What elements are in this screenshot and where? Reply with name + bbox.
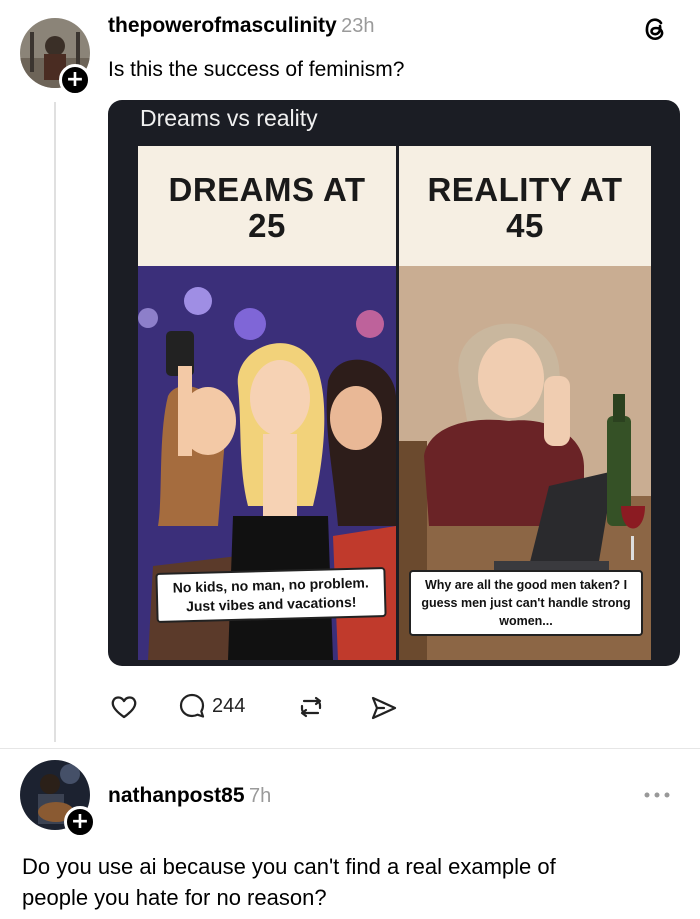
post-timestamp: 23h <box>341 15 375 37</box>
right-caption: Why are all the good men taken? I guess … <box>409 570 643 636</box>
right-panel-heading: REALITY AT 45 <box>399 146 651 266</box>
right-caption-line3: women... <box>499 614 553 628</box>
right-panel: REALITY AT 45 Why are all the good men t… <box>399 146 651 660</box>
repost-icon[interactable] <box>296 694 326 725</box>
comment-button[interactable]: 244 <box>178 692 245 720</box>
reply-header: nathanpost85 7h <box>108 784 271 808</box>
right-heading-line1: REALITY AT <box>427 171 623 208</box>
post-image[interactable]: Dreams vs reality DREAMS AT 25 No kids, … <box>108 100 680 666</box>
left-heading-line1: DREAMS AT <box>168 171 366 208</box>
post-action-bar: 244 <box>108 690 428 724</box>
post-text: Is this the success of feminism? <box>108 58 405 81</box>
share-icon[interactable] <box>370 695 398 726</box>
reply-username[interactable]: nathanpost85 <box>108 784 245 807</box>
thread-line <box>54 102 56 742</box>
follow-plus-icon[interactable]: + <box>59 64 91 96</box>
right-caption-line1: Why are all the good men taken? I <box>424 578 628 592</box>
threads-logo-icon[interactable] <box>640 14 670 44</box>
more-icon[interactable] <box>642 788 672 802</box>
left-heading-line2: 25 <box>248 207 286 244</box>
right-heading-line2: 45 <box>506 207 544 244</box>
reply-text-line1: Do you use ai because you can't find a r… <box>22 854 556 879</box>
image-title: Dreams vs reality <box>140 105 318 131</box>
left-caption: No kids, no man, no problem. Just vibes … <box>155 566 387 624</box>
left-panel: DREAMS AT 25 No kids, no man, no problem… <box>138 146 396 660</box>
comment-icon <box>179 693 205 718</box>
reply-count: 244 <box>212 694 246 717</box>
left-panel-heading: DREAMS AT 25 <box>138 146 396 266</box>
divider <box>0 748 700 749</box>
reply-timestamp: 7h <box>248 785 272 807</box>
post-username[interactable]: thepowerofmasculinity <box>108 14 337 37</box>
post-header: thepowerofmasculinity 23h <box>108 14 375 38</box>
reply-text-line2: people you hate for no reason? <box>22 885 327 910</box>
right-caption-line2: guess men just can't handle strong <box>421 596 631 610</box>
reply-text: Do you use ai because you can't find a r… <box>22 851 692 913</box>
follow-plus-icon[interactable]: + <box>64 806 96 838</box>
heart-icon[interactable] <box>110 694 138 725</box>
